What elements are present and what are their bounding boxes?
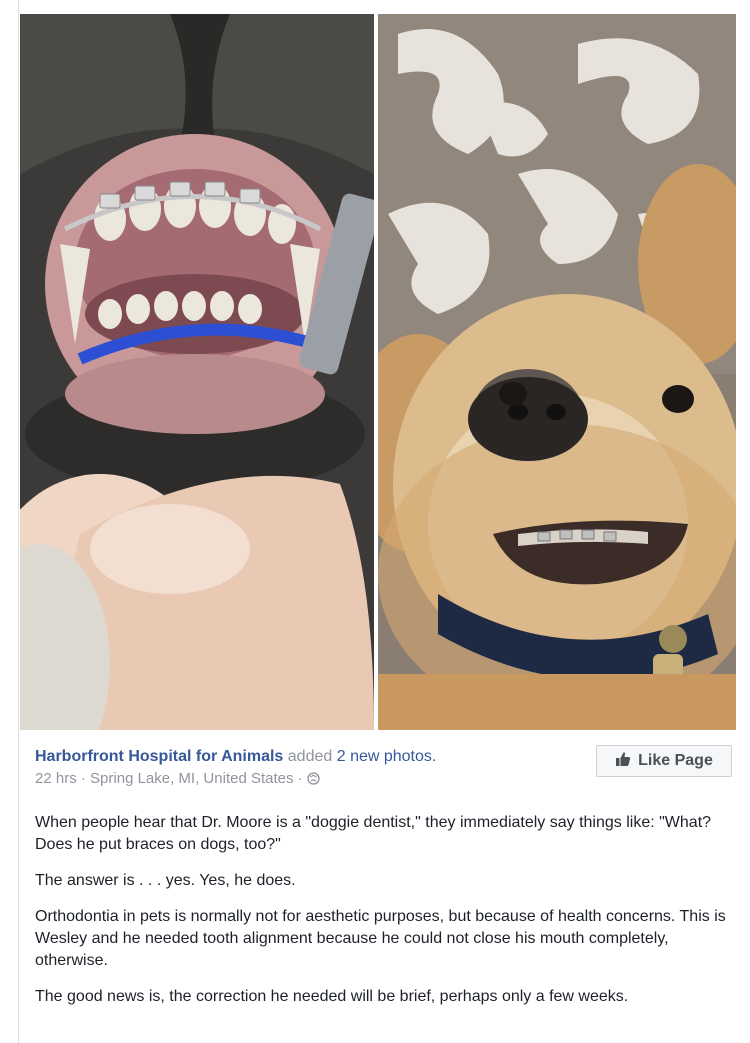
new-photos-link[interactable]: 2 new photos. <box>337 748 437 765</box>
post-header: Harborfront Hospital for Animals added 2… <box>35 747 595 791</box>
post-paragraph: Orthodontia in pets is normally not for … <box>35 908 726 969</box>
dog-smiling-image <box>378 14 736 730</box>
photo-braces-closeup[interactable] <box>20 14 374 730</box>
photo-grid <box>20 14 736 730</box>
braces-closeup-image <box>20 14 374 730</box>
timestamp-link[interactable]: 22 hrs <box>35 770 77 787</box>
meta-separator: · <box>297 770 303 787</box>
post-paragraph: The answer is . . . yes. Yes, he does. <box>35 872 296 889</box>
like-page-button[interactable]: Like Page <box>596 745 732 777</box>
post-meta-line: 22 hrs · Spring Lake, MI, United States … <box>35 769 595 791</box>
thumbs-up-icon <box>615 751 631 772</box>
post-title-line: Harborfront Hospital for Animals added 2… <box>35 747 595 767</box>
post-paragraph: When people hear that Dr. Moore is a "do… <box>35 814 712 853</box>
globe-icon <box>307 771 320 791</box>
page-name-link[interactable]: Harborfront Hospital for Animals <box>35 748 283 765</box>
like-page-label: Like Page <box>638 752 713 769</box>
meta-separator: · <box>80 770 86 787</box>
location-link[interactable]: Spring Lake, MI, United States <box>90 770 293 787</box>
post-paragraph: The good news is, the correction he need… <box>35 988 629 1005</box>
post-body: When people hear that Dr. Moore is a "do… <box>35 812 730 1022</box>
added-text: added <box>287 748 333 765</box>
photo-dog-smiling[interactable] <box>378 14 736 730</box>
